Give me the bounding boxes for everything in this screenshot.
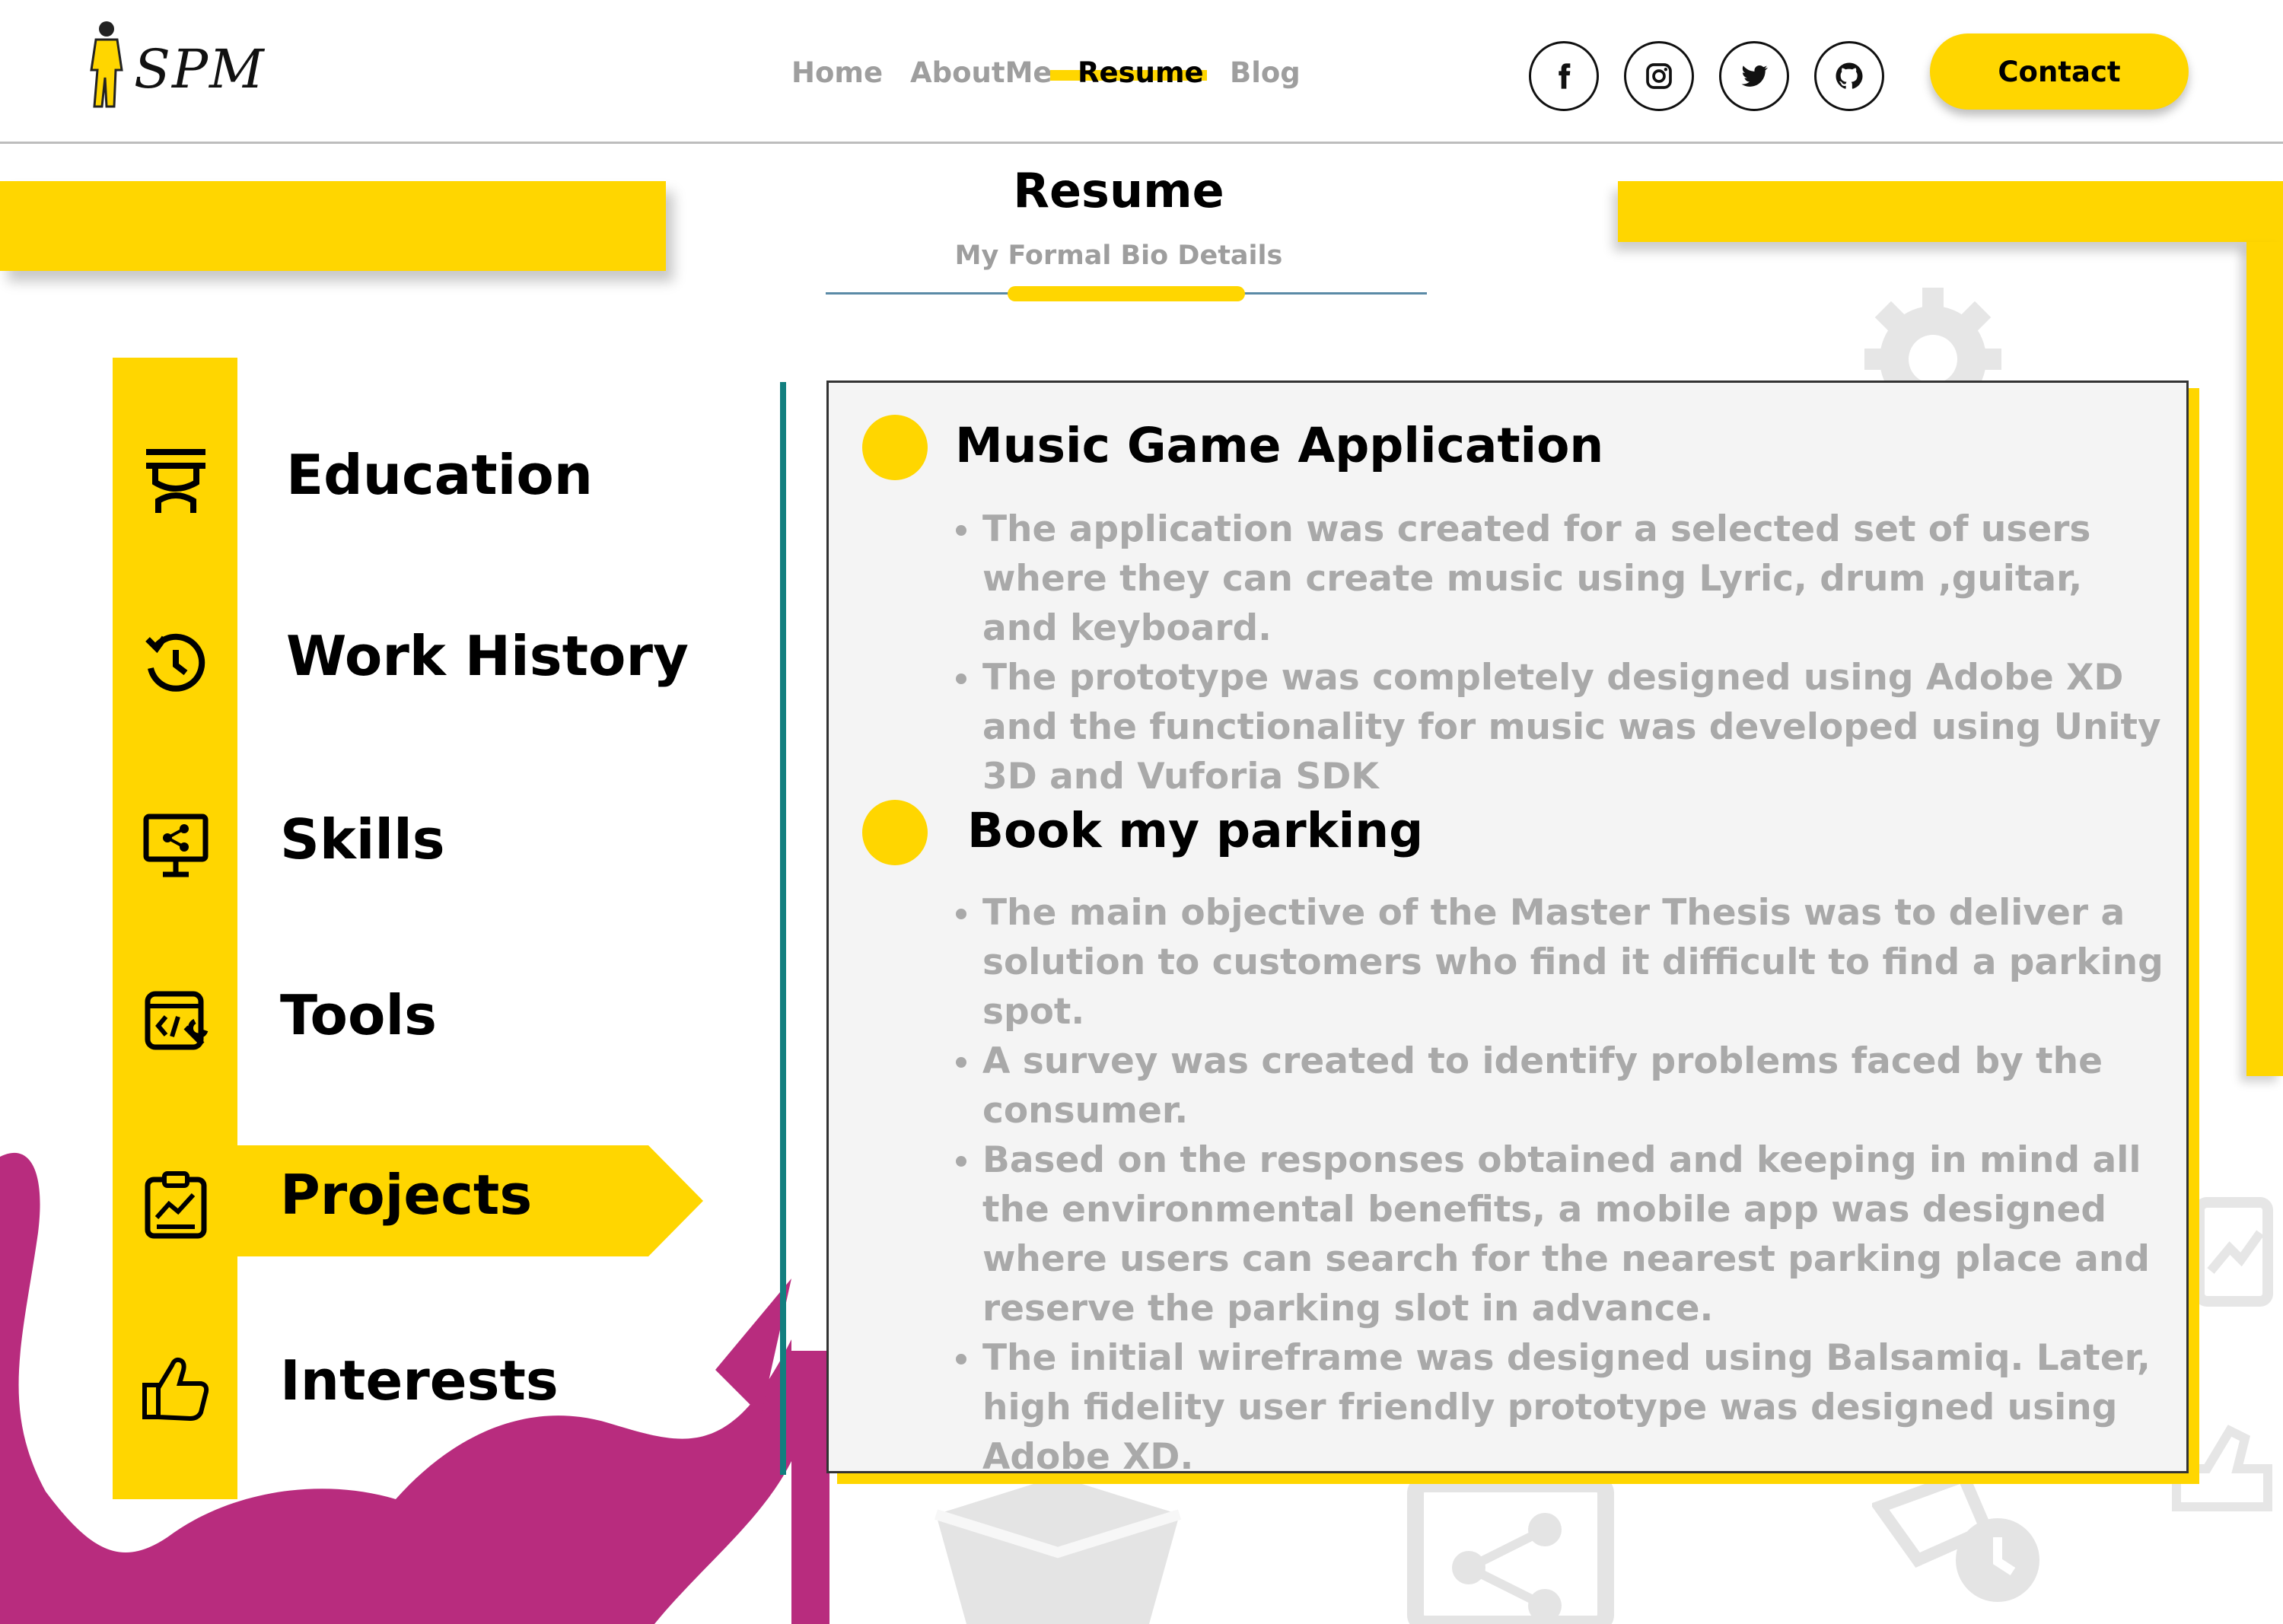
nav-home[interactable]: Home: [791, 56, 883, 89]
person-logo-icon: [90, 21, 123, 108]
facebook-button[interactable]: [1529, 41, 1599, 111]
sidebar-item-education[interactable]: Education: [113, 432, 721, 524]
sidebar-divider: [780, 382, 786, 1475]
instagram-icon: [1646, 63, 1672, 89]
title-underline-accent: [1008, 286, 1245, 301]
sidebar-item-label: Education: [286, 443, 594, 507]
twitter-button[interactable]: [1719, 41, 1789, 111]
github-button[interactable]: [1814, 41, 1884, 111]
twitter-icon: [1741, 65, 1769, 87]
thumbs-up-icon: [142, 1357, 209, 1422]
sidebar-item-label: Tools: [280, 983, 438, 1047]
box-watermark-icon: [934, 1476, 1182, 1624]
decor-bar-right-horizontal: [1618, 181, 2283, 242]
code-wrench-icon: [145, 991, 209, 1050]
project-title: Book my parking: [967, 803, 1424, 858]
list-item: The prototype was completely designed us…: [982, 653, 2170, 801]
decor-bar-right-vertical: [2246, 242, 2283, 1076]
nav-aboutme[interactable]: AboutMe: [910, 56, 1052, 89]
sidebar-item-projects[interactable]: Projects: [113, 1155, 721, 1247]
section-title: Resume: [1013, 163, 1224, 218]
project-description-list: The application was created for a select…: [943, 505, 2170, 801]
github-icon: [1836, 62, 1863, 89]
history-icon: [145, 633, 205, 692]
logo-text: SPM: [134, 38, 266, 100]
list-item: The application was created for a select…: [982, 505, 2170, 653]
site-header: SPM Home AboutMe Resume Blog Contact: [0, 0, 2283, 144]
section-subtitle: My Formal Bio Details: [954, 240, 1283, 271]
nav-resume[interactable]: Resume: [1078, 56, 1204, 89]
instagram-button[interactable]: [1624, 41, 1694, 111]
list-item: The main objective of the Master Thesis …: [982, 888, 2170, 1036]
projects-card: Music Game Application The application w…: [826, 381, 2189, 1478]
sidebar-item-work-history[interactable]: Work History: [113, 613, 721, 705]
facebook-icon: [1559, 63, 1571, 89]
nav-blog[interactable]: Blog: [1230, 56, 1301, 89]
sidebar-item-interests[interactable]: Interests: [113, 1338, 721, 1429]
sidebar-item-skills[interactable]: Skills: [113, 795, 721, 887]
project-bullet-dot: [862, 800, 928, 865]
sidebar-item-label: Work History: [286, 624, 689, 688]
sidebar-item-label: Projects: [280, 1163, 533, 1227]
clipboard-chart-icon: [145, 1171, 207, 1239]
presentation-share-icon: [143, 814, 209, 877]
sidebar-item-label: Skills: [280, 807, 445, 871]
decor-bar-left: [0, 181, 666, 271]
project-description-list: The main objective of the Master Thesis …: [943, 888, 2170, 1482]
site-logo[interactable]: SPM: [85, 17, 268, 116]
share-watermark-icon: [1407, 1476, 1614, 1624]
graduation-icon: [146, 449, 205, 513]
clipboard-watermark-icon: [2194, 1197, 2273, 1307]
project-bullet-dot: [862, 415, 928, 480]
list-item: Based on the responses obtained and keep…: [982, 1135, 2170, 1333]
list-item: The initial wireframe was designed using…: [982, 1333, 2170, 1482]
contact-button[interactable]: Contact: [1930, 33, 2189, 110]
sidebar-item-label: Interests: [280, 1349, 559, 1412]
project-title: Music Game Application: [955, 418, 1604, 473]
sidebar-icon-strip: [113, 358, 237, 1499]
sidebar-item-tools[interactable]: Tools: [113, 971, 721, 1062]
list-item: A survey was created to identify problem…: [982, 1036, 2170, 1135]
